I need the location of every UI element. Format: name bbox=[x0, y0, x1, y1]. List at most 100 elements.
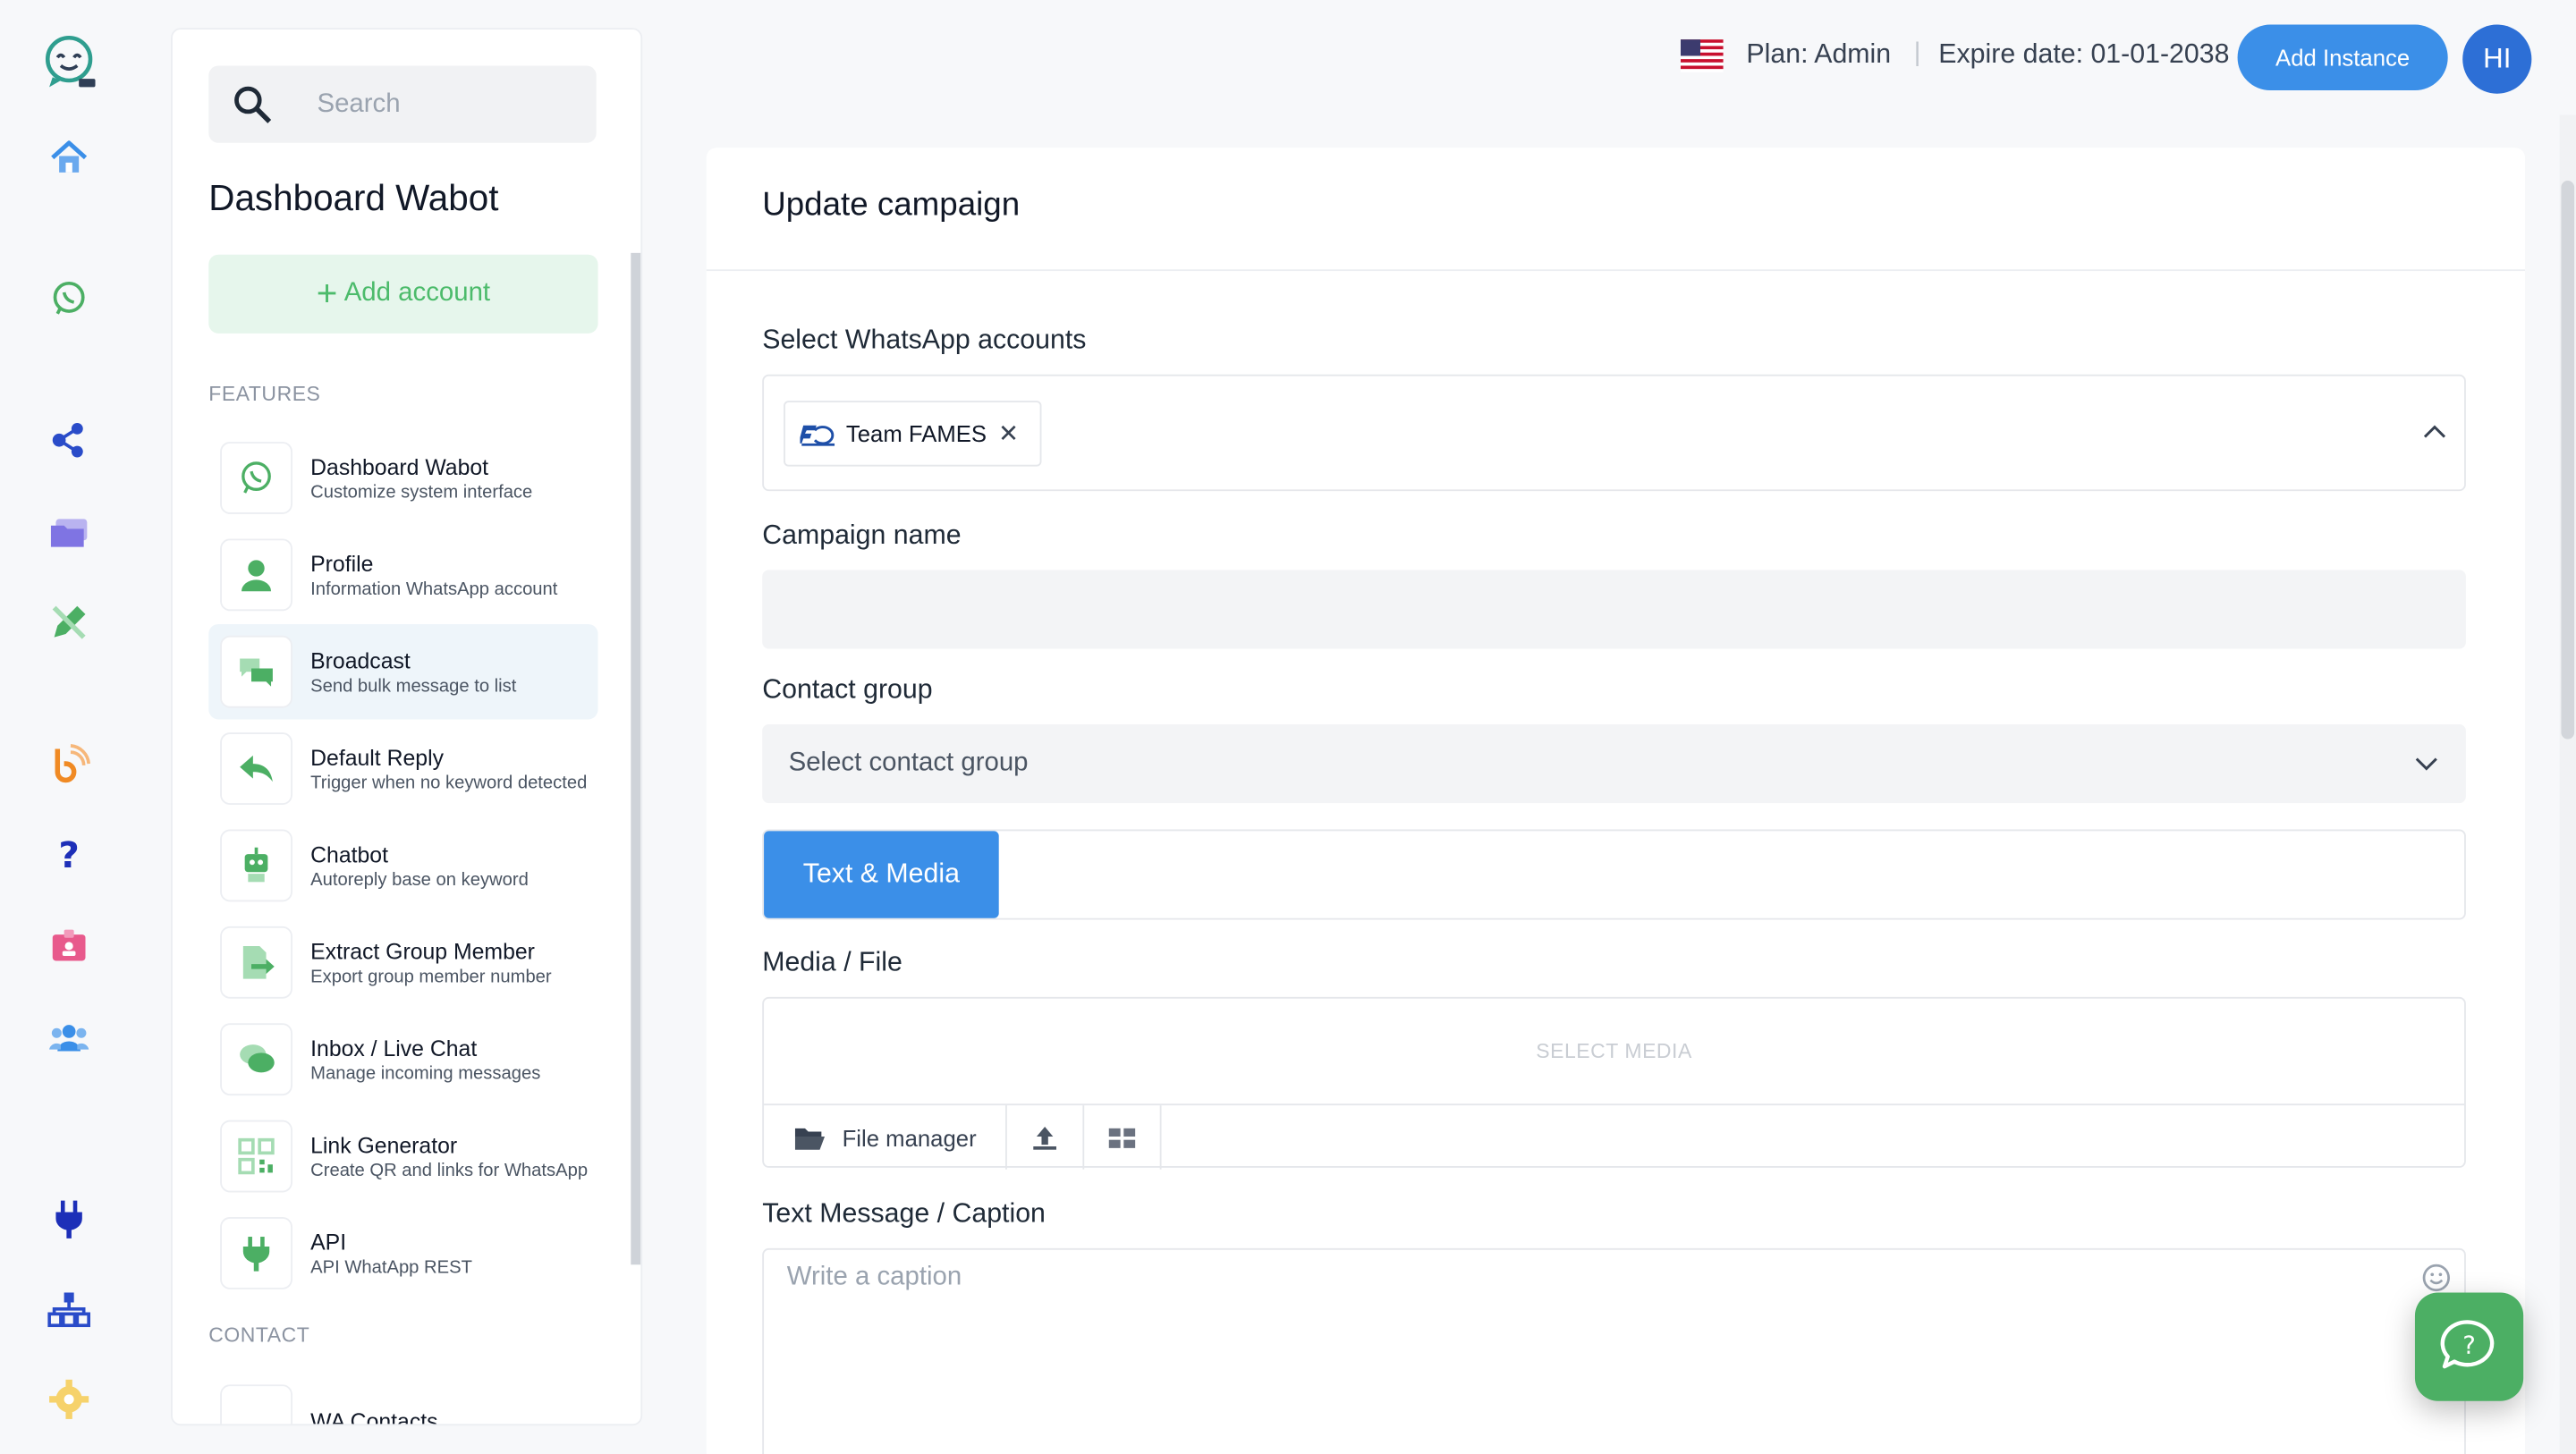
feature-desc: Trigger when no keyword detected bbox=[310, 773, 588, 793]
feature-extract-group-member[interactable]: Extract Group Member Export group member … bbox=[208, 915, 597, 1010]
select-media-placeholder[interactable]: SELECT MEDIA bbox=[764, 1040, 2464, 1063]
feature-name: Broadcast bbox=[310, 647, 411, 673]
feature-default-reply[interactable]: Default Reply Trigger when no keyword det… bbox=[208, 721, 597, 816]
feature-desc: Send bulk message to list bbox=[310, 675, 517, 696]
feature-name: Profile bbox=[310, 551, 374, 576]
id-card-icon[interactable] bbox=[46, 923, 91, 968]
sidebar-title: Dashboard Wabot bbox=[208, 177, 499, 219]
home-icon[interactable] bbox=[46, 135, 91, 181]
address-book-icon bbox=[220, 1384, 292, 1424]
feature-name: WA Contacts bbox=[310, 1408, 438, 1426]
search-box[interactable] bbox=[208, 65, 597, 143]
feature-name: API bbox=[310, 1229, 347, 1255]
share-nodes-icon[interactable] bbox=[46, 418, 91, 463]
search-input[interactable] bbox=[317, 89, 564, 120]
feature-broadcast[interactable]: Broadcast Send bulk message to list bbox=[208, 623, 598, 720]
wa-accounts-select[interactable]: Team FAMES ✕ bbox=[762, 374, 2466, 492]
add-account-label: Add account bbox=[343, 279, 491, 308]
page-scrollbar[interactable] bbox=[2559, 114, 2576, 1454]
us-flag-icon[interactable] bbox=[1680, 39, 1724, 72]
upload-button[interactable] bbox=[1007, 1105, 1085, 1170]
feature-desc: Create QR and links for WhatsApp bbox=[310, 1160, 589, 1180]
feature-desc: API WhatApp REST bbox=[310, 1256, 472, 1278]
feature-name: Default Reply bbox=[310, 744, 444, 770]
chevron-up-icon[interactable] bbox=[2421, 418, 2447, 444]
feature-link-generator[interactable]: Link Generator Create QR and links for Wh… bbox=[208, 1109, 597, 1205]
update-campaign-card: Update campaign Select WhatsApp accounts… bbox=[706, 148, 2526, 1454]
sidebar-scrollbar[interactable] bbox=[631, 252, 641, 1265]
feature-name: Extract Group Member bbox=[310, 938, 535, 964]
sitemap-icon[interactable] bbox=[46, 1288, 91, 1333]
caption-label: Text Message / Caption bbox=[762, 1198, 1046, 1229]
folder-open-icon bbox=[794, 1127, 825, 1149]
feature-desc: Export group member number bbox=[310, 966, 552, 986]
feature-api[interactable]: API API WhatApp REST bbox=[208, 1205, 597, 1301]
search-icon bbox=[234, 85, 272, 123]
caption-textarea[interactable] bbox=[764, 1249, 2465, 1454]
grid-icon bbox=[1108, 1127, 1136, 1147]
blog-icon[interactable] bbox=[46, 740, 91, 786]
pencil-ruler-icon[interactable] bbox=[46, 599, 91, 645]
contact-group-select[interactable]: Select contact group bbox=[762, 723, 2466, 804]
account-chip[interactable]: Team FAMES ✕ bbox=[784, 401, 1042, 467]
comments-icon bbox=[220, 1023, 292, 1096]
feature-inbox-live-chat[interactable]: Inbox / Live Chat Manage incoming message… bbox=[208, 1011, 597, 1107]
chat-bubbles-icon bbox=[220, 635, 292, 708]
app-logo-icon[interactable] bbox=[39, 33, 98, 92]
tab-text-media[interactable]: Text & Media bbox=[764, 831, 999, 918]
page-title: Update campaign bbox=[762, 187, 1021, 224]
feature-desc: Manage incoming messages bbox=[310, 1063, 541, 1084]
team-logo-icon bbox=[800, 425, 835, 446]
add-account-button[interactable]: + Add account bbox=[208, 254, 598, 334]
plug-icon bbox=[220, 1216, 292, 1289]
feature-dashboard-wabot[interactable]: Dashboard Wabot Customize system interfac… bbox=[208, 430, 597, 526]
whatsapp-icon[interactable] bbox=[46, 276, 91, 322]
feature-chatbot[interactable]: Chatbot Autoreply base on keyword bbox=[208, 818, 597, 914]
help-chat-button[interactable]: ? bbox=[2414, 1292, 2524, 1401]
help-chat-icon: ? bbox=[2440, 1320, 2495, 1369]
feature-name: Dashboard Wabot bbox=[310, 453, 489, 479]
upload-icon bbox=[1033, 1126, 1056, 1149]
svg-text:?: ? bbox=[58, 833, 79, 875]
message-type-tabs: Text & Media bbox=[762, 829, 2466, 920]
feature-name: Inbox / Live Chat bbox=[310, 1036, 478, 1061]
folder-icon[interactable] bbox=[46, 509, 91, 554]
plus-icon: + bbox=[316, 272, 338, 314]
avatar[interactable]: HI bbox=[2462, 24, 2532, 94]
feature-desc: Autoreply base on keyword bbox=[310, 869, 529, 890]
icon-rail: ? bbox=[0, 0, 139, 1454]
emoji-icon[interactable] bbox=[2421, 1263, 2451, 1292]
contact-section-label: CONTACT bbox=[208, 1323, 310, 1348]
account-chip-label: Team FAMES bbox=[845, 420, 987, 447]
whatsapp-icon bbox=[220, 442, 292, 514]
gear-icon[interactable] bbox=[46, 1376, 91, 1422]
plug-icon[interactable] bbox=[46, 1196, 91, 1241]
qrcode-icon bbox=[220, 1120, 292, 1193]
features-section-label: FEATURES bbox=[208, 382, 321, 406]
feature-name: Link Generator bbox=[310, 1132, 458, 1157]
svg-text:?: ? bbox=[2462, 1331, 2476, 1359]
feature-profile[interactable]: Profile Information WhatsApp account bbox=[208, 528, 597, 623]
add-instance-button[interactable]: Add Instance bbox=[2237, 24, 2448, 91]
wa-accounts-label: Select WhatsApp accounts bbox=[762, 325, 1087, 355]
feature-desc: Information WhatsApp account bbox=[310, 579, 558, 599]
campaign-name-input[interactable] bbox=[762, 570, 2466, 649]
feature-desc: Customize system interface bbox=[310, 482, 533, 503]
divider bbox=[706, 269, 2526, 272]
media-toolbar: File manager bbox=[764, 1103, 2465, 1170]
contact-group-value: Select contact group bbox=[788, 748, 1029, 777]
chip-remove-icon[interactable]: ✕ bbox=[998, 418, 1019, 448]
contact-group-label: Contact group bbox=[762, 674, 933, 705]
campaign-name-label: Campaign name bbox=[762, 520, 962, 551]
plan-label: Plan: Admin bbox=[1746, 39, 1892, 70]
media-grid-button[interactable] bbox=[1084, 1105, 1162, 1170]
users-icon[interactable] bbox=[46, 1015, 91, 1061]
reply-icon bbox=[220, 732, 292, 805]
caption-box bbox=[762, 1247, 2466, 1454]
media-box: SELECT MEDIA File manager bbox=[762, 996, 2466, 1170]
chevron-down-icon bbox=[2415, 757, 2437, 771]
file-manager-button[interactable]: File manager bbox=[764, 1105, 1007, 1170]
question-icon[interactable]: ? bbox=[46, 831, 91, 876]
page-scrollbar-thumb[interactable] bbox=[2561, 181, 2575, 740]
feature-wa-contacts[interactable]: WA Contacts bbox=[208, 1373, 597, 1426]
